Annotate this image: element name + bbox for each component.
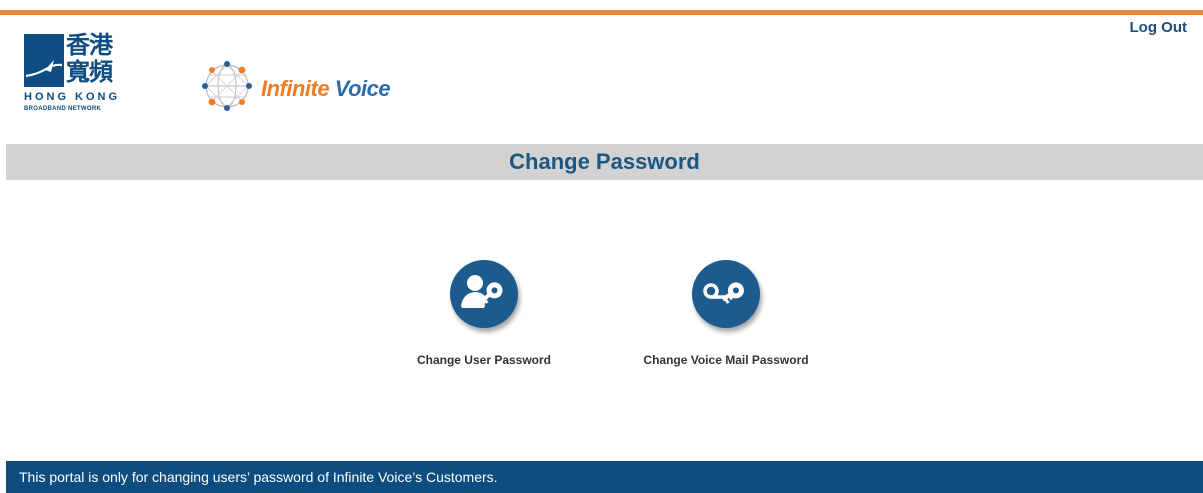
change-voicemail-password-label[interactable]: Change Voice Mail Password — [624, 353, 828, 367]
hkbn-logo-mark — [24, 34, 64, 87]
infinite-voice-wordmark: Infinite Voice — [261, 76, 391, 101]
hkbn-logo-chinese: 香港寬頻 — [66, 31, 113, 86]
hkbn-logo-subname: BROADBAND NETWORK — [24, 106, 102, 112]
page-title: Change Password — [509, 149, 700, 174]
globe-network-icon — [202, 61, 252, 111]
change-user-password-button[interactable]: Change User Password — [400, 260, 568, 367]
logout-link[interactable]: Log Out — [1130, 19, 1187, 36]
title-bar: Change Password — [6, 144, 1203, 180]
change-user-password-label[interactable]: Change User Password — [400, 353, 568, 367]
user-key-icon[interactable] — [450, 260, 518, 328]
footer-notice: This portal is only for changing users’ … — [19, 469, 498, 485]
top-accent-bar — [0, 10, 1203, 15]
footer-bar: This portal is only for changing users’ … — [6, 461, 1203, 493]
hkbn-logo-name: HONG KONG — [24, 91, 121, 103]
change-voicemail-password-button[interactable]: Change Voice Mail Password — [624, 260, 828, 367]
voicemail-key-icon[interactable] — [692, 260, 760, 328]
hkbn-logo: 香港寬頻 HONG KONG BROADBAND NETWORK — [24, 31, 136, 118]
